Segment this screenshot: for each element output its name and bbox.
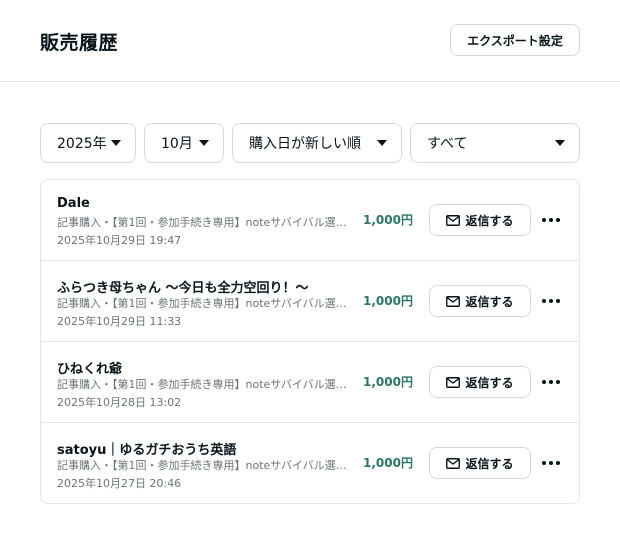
export-settings-button[interactable]: エクスポート設定 (450, 24, 580, 56)
more-horizontal-icon (542, 380, 560, 384)
reply-button-label: 返信する (465, 375, 514, 390)
sale-date: 2025年10月29日 19:47 (57, 234, 182, 247)
buyer-name[interactable]: Dale (57, 196, 90, 211)
more-options-button[interactable] (539, 370, 563, 394)
sale-date: 2025年10月27日 20:46 (57, 477, 182, 490)
category-select-value: すべて (427, 136, 468, 152)
buyer-name[interactable]: ひねくれ爺 (57, 358, 122, 377)
caret-down-icon (199, 140, 209, 146)
buyer-name[interactable]: satoyu｜ゆるガチおうち英語 (57, 439, 236, 458)
reply-button[interactable]: 返信する (429, 447, 531, 479)
more-options-button[interactable] (539, 208, 563, 232)
sale-description: 記事購入・【第1回・参加手続き専用】noteサバイバル選手権 (57, 378, 351, 391)
caret-down-icon (377, 140, 387, 146)
reply-button[interactable]: 返信する (429, 285, 531, 317)
sales-row: satoyu｜ゆるガチおうち英語 記事購入・【第1回・参加手続き専用】noteサ… (41, 423, 579, 503)
sort-select[interactable]: 購入日が新しい順 (232, 123, 402, 163)
more-options-button[interactable] (539, 289, 563, 313)
page-title: 販売履歴 (40, 32, 119, 54)
sale-price: 1,000円 (363, 456, 413, 470)
caret-down-icon (555, 140, 565, 146)
reply-button-label: 返信する (465, 213, 514, 228)
page-header: 販売履歴 エクスポート設定 (0, 0, 620, 82)
sale-price: 1,000円 (363, 213, 413, 227)
more-horizontal-icon (542, 218, 560, 222)
sale-price: 1,000円 (363, 375, 413, 389)
reply-button-label: 返信する (465, 294, 514, 309)
month-select-value: 10月 (161, 136, 193, 152)
sale-description: 記事購入・【第1回・参加手続き専用】noteサバイバル選手権 (57, 216, 351, 229)
year-select[interactable]: 2025年 (40, 123, 136, 163)
sale-date: 2025年10月29日 11:33 (57, 315, 182, 328)
filter-bar: 2025年 10月 購入日が新しい順 すべて (0, 123, 620, 163)
caret-down-icon (111, 140, 121, 146)
mail-icon (446, 457, 461, 469)
sales-row: ふらつき母ちゃん 〜今日も全力空回り！〜 記事購入・【第1回・参加手続き専用】n… (41, 261, 579, 342)
sales-row: Dale 記事購入・【第1回・参加手続き専用】noteサバイバル選手権 2025… (41, 180, 579, 261)
reply-button[interactable]: 返信する (429, 366, 531, 398)
sort-select-value: 購入日が新しい順 (249, 136, 361, 152)
mail-icon (446, 214, 461, 226)
reply-button-label: 返信する (465, 456, 514, 471)
year-select-value: 2025年 (57, 136, 107, 152)
more-horizontal-icon (542, 461, 560, 465)
category-select[interactable]: すべて (410, 123, 580, 163)
more-options-button[interactable] (539, 451, 563, 475)
sale-price: 1,000円 (363, 294, 413, 308)
mail-icon (446, 376, 461, 388)
reply-button[interactable]: 返信する (429, 204, 531, 236)
sales-row: ひねくれ爺 記事購入・【第1回・参加手続き専用】noteサバイバル選手権 202… (41, 342, 579, 423)
more-horizontal-icon (542, 299, 560, 303)
sale-date: 2025年10月28日 13:02 (57, 396, 182, 409)
month-select[interactable]: 10月 (144, 123, 224, 163)
sale-description: 記事購入・【第1回・参加手続き専用】noteサバイバル選手権 (57, 459, 351, 472)
sale-description: 記事購入・【第1回・参加手続き専用】noteサバイバル選手権 (57, 297, 351, 310)
buyer-name[interactable]: ふらつき母ちゃん 〜今日も全力空回り！〜 (57, 277, 309, 296)
sales-list: Dale 記事購入・【第1回・参加手続き専用】noteサバイバル選手権 2025… (40, 179, 580, 504)
mail-icon (446, 295, 461, 307)
